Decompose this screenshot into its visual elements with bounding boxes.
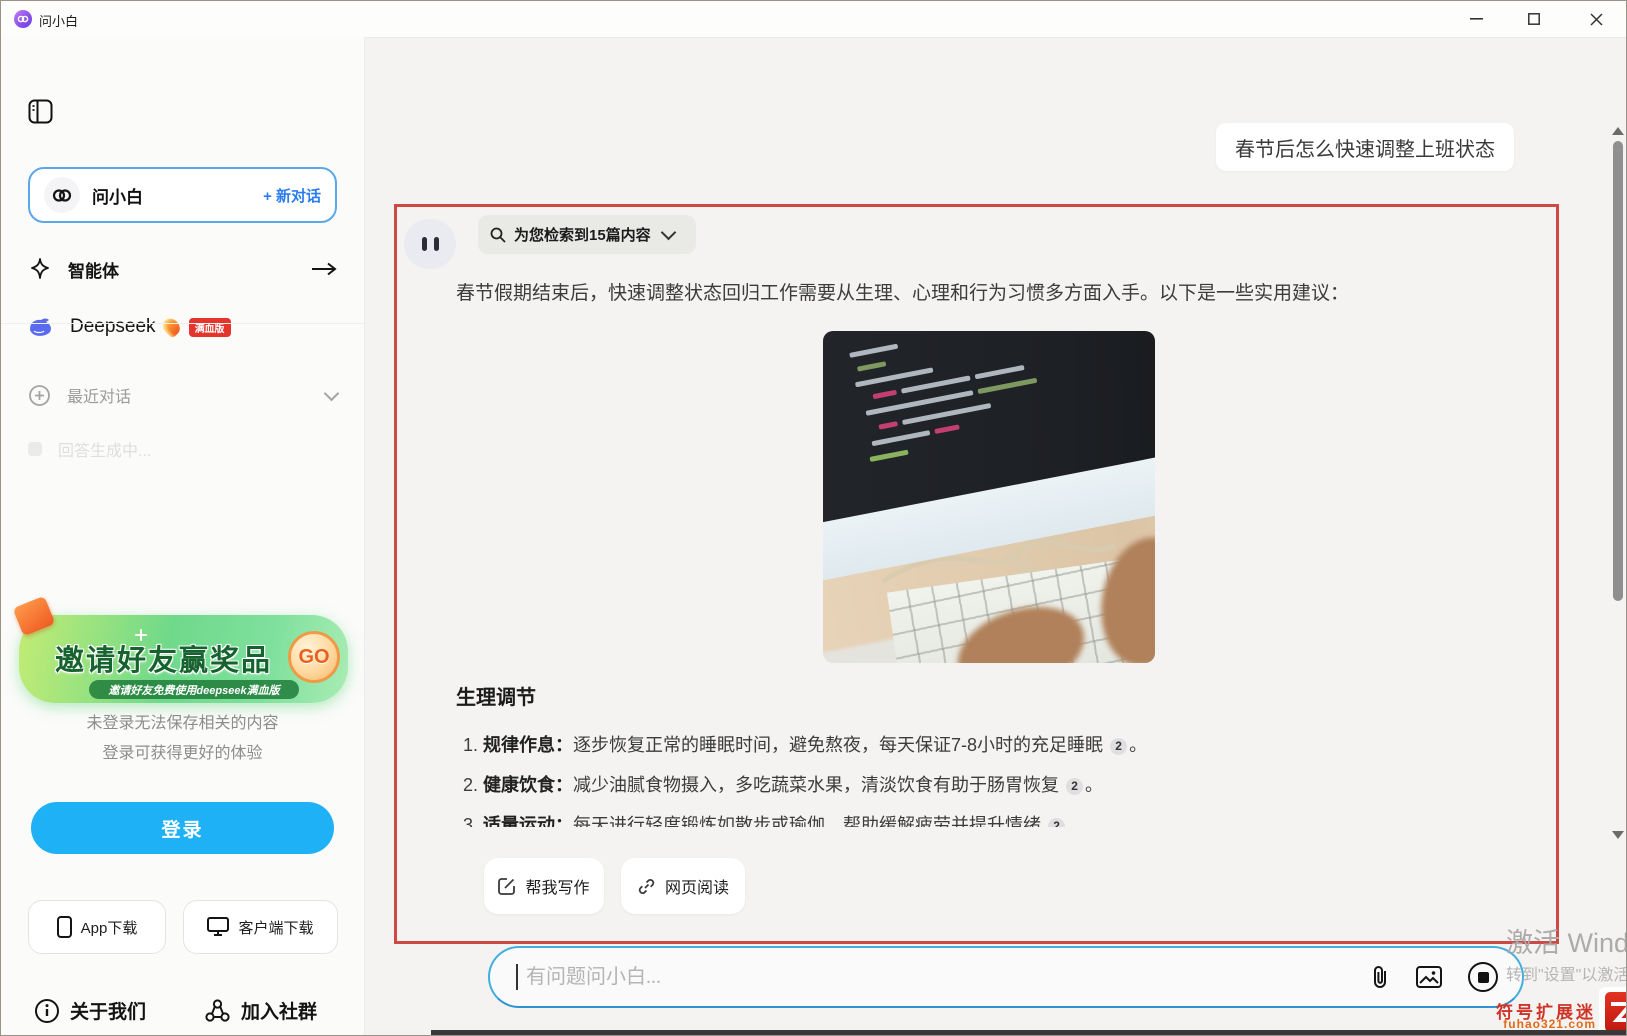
site-watermark-url: fuhao321.com (1503, 1017, 1596, 1031)
maximize-button[interactable] (1512, 1, 1556, 37)
recent-label: 最近对话 (67, 389, 132, 406)
banner-title: 邀请好友赢奖品 (55, 645, 273, 677)
site-logo-icon (1605, 992, 1626, 1032)
login-hint: 未登录无法保存相关的内容 登录可获得更好的体验 (1, 709, 364, 769)
chevron-down-icon (660, 224, 676, 241)
composer[interactable] (488, 946, 1524, 1008)
phone-icon (56, 916, 72, 938)
new-chat-button[interactable]: + 新对话 (263, 185, 321, 206)
search-results-dropdown[interactable]: 为您检索到15篇内容 (478, 215, 696, 254)
attachment-icon[interactable] (1370, 965, 1390, 989)
answer-intro: 春节假期结束后，快速调整状态回归工作需要从生理、心理和行为习惯多方面入手。以下是… (456, 283, 1350, 304)
brand-card[interactable]: 问小白 + 新对话 (28, 167, 337, 223)
sidebar-toggle-icon[interactable] (28, 99, 53, 124)
agents-label: 智能体 (68, 261, 119, 281)
search-icon (490, 227, 506, 243)
windows-activate-watermark-line2: 转到"设置"以激活 Windows。 (1506, 967, 1627, 984)
web-read-label: 网页阅读 (664, 880, 729, 897)
flame-icon (159, 315, 183, 339)
title-bar: 问小白 (1, 1, 1626, 38)
arrow-right-icon[interactable] (311, 262, 337, 276)
sidebar-item-deepseek[interactable]: Deepseek 满血版 (28, 307, 337, 347)
app-download-button[interactable]: App下载 (28, 900, 166, 954)
pause-generating-button[interactable] (404, 219, 456, 269)
answer-photo (823, 331, 1155, 663)
taskbar-sliver (431, 1030, 1626, 1035)
link-rings-icon (44, 177, 80, 213)
gift-ticket-icon (12, 595, 56, 637)
deepseek-badge: 满血版 (188, 317, 231, 337)
sidebar: 问小白 + 新对话 智能体 Deepseek 满血版 最近对话 回答生成中... (1, 37, 365, 1035)
generating-label: 回答生成中... (58, 443, 152, 460)
info-icon (35, 998, 59, 1023)
sidebar-item-recent[interactable]: 最近对话 (28, 375, 340, 415)
sparkle-icon (31, 258, 49, 279)
citation-badge[interactable]: 2 (1048, 817, 1066, 827)
message-input[interactable] (524, 964, 1344, 990)
list-item-3: 3. 适量运动：每天进行轻度锻炼如散步或瑜伽，帮助缓解疲劳并提升情绪 2 (463, 811, 1523, 827)
user-message-bubble: 春节后怎么快速调整上班状态 (1216, 123, 1514, 171)
login-hint-line1: 未登录无法保存相关的内容 (86, 715, 279, 732)
about-label: 关于我们 (70, 1002, 147, 1023)
help-write-button[interactable]: 帮我写作 (484, 858, 604, 914)
app-window: 问小白 问小白 + 新对话 智能体 Deepseek 满血版 最近对话 回答生成… (0, 0, 1627, 1036)
edit-icon (498, 878, 516, 895)
client-download-label: 客户端下载 (238, 919, 314, 937)
stop-generating-icon[interactable] (1468, 962, 1498, 992)
banner-subtitle: 邀请好友免费使用deepseek满血版 (89, 680, 299, 699)
circle-plus-icon (29, 384, 50, 406)
chevron-down-icon[interactable] (323, 385, 340, 401)
list-item-1: 1. 规律作息：逐步恢复正常的睡眠时间，避免熬夜，每天保证7-8小时的充足睡眠 … (463, 735, 1148, 755)
community-icon (205, 998, 230, 1022)
close-button[interactable] (1574, 1, 1618, 37)
divider (1, 323, 364, 324)
list-item-3-clipped: 3. 适量运动：每天进行轻度锻炼如散步或瑜伽，帮助缓解疲劳并提升情绪 2 (463, 811, 1523, 827)
image-upload-icon[interactable] (1416, 966, 1442, 988)
sidebar-item-agents[interactable]: 智能体 (28, 249, 337, 289)
window-title: 问小白 (39, 14, 79, 29)
brand-name: 问小白 (92, 187, 143, 207)
deepseek-label: Deepseek (70, 316, 156, 337)
app-logo-icon (14, 10, 32, 28)
scrollbar-thumb[interactable] (1613, 141, 1623, 601)
citation-badge[interactable]: 2 (1066, 777, 1084, 795)
login-button[interactable]: 登录 (31, 802, 334, 854)
list-item-2: 2. 健康饮食：减少油腻食物摄入，多吃蔬菜水果，清淡饮食有助于肠胃恢复 2。 (463, 775, 1104, 795)
login-hint-line2: 登录可获得更好的体验 (102, 745, 263, 762)
text-caret (516, 964, 518, 990)
whale-icon (30, 318, 51, 336)
search-summary: 为您检索到15篇内容 (514, 227, 651, 244)
minimize-button[interactable] (1454, 1, 1498, 37)
scroll-up-arrow[interactable] (1612, 127, 1624, 135)
web-read-button[interactable]: 网页阅读 (621, 858, 745, 914)
pause-icon (421, 237, 427, 251)
client-download-button[interactable]: 客户端下载 (183, 900, 338, 954)
citation-badge[interactable]: 2 (1110, 737, 1128, 755)
scroll-down-arrow[interactable] (1612, 831, 1624, 839)
app-download-label: App下载 (80, 919, 138, 937)
chat-stub-icon (28, 442, 42, 456)
section-heading: 生理调节 (456, 687, 536, 709)
invite-banner[interactable]: 邀请好友赢奖品 GO 邀请好友免费使用deepseek满血版 (12, 595, 348, 703)
community-link[interactable]: 加入社群 (204, 997, 317, 1024)
banner-go-button[interactable]: GO (288, 631, 340, 683)
monitor-icon (207, 917, 230, 936)
community-label: 加入社群 (241, 1002, 318, 1023)
generating-item[interactable]: 回答生成中... (28, 429, 337, 469)
about-link[interactable]: 关于我们 (34, 997, 146, 1024)
help-write-label: 帮我写作 (525, 880, 590, 897)
link-icon (638, 878, 655, 894)
windows-activate-watermark: 激活 Windows (1506, 928, 1626, 958)
